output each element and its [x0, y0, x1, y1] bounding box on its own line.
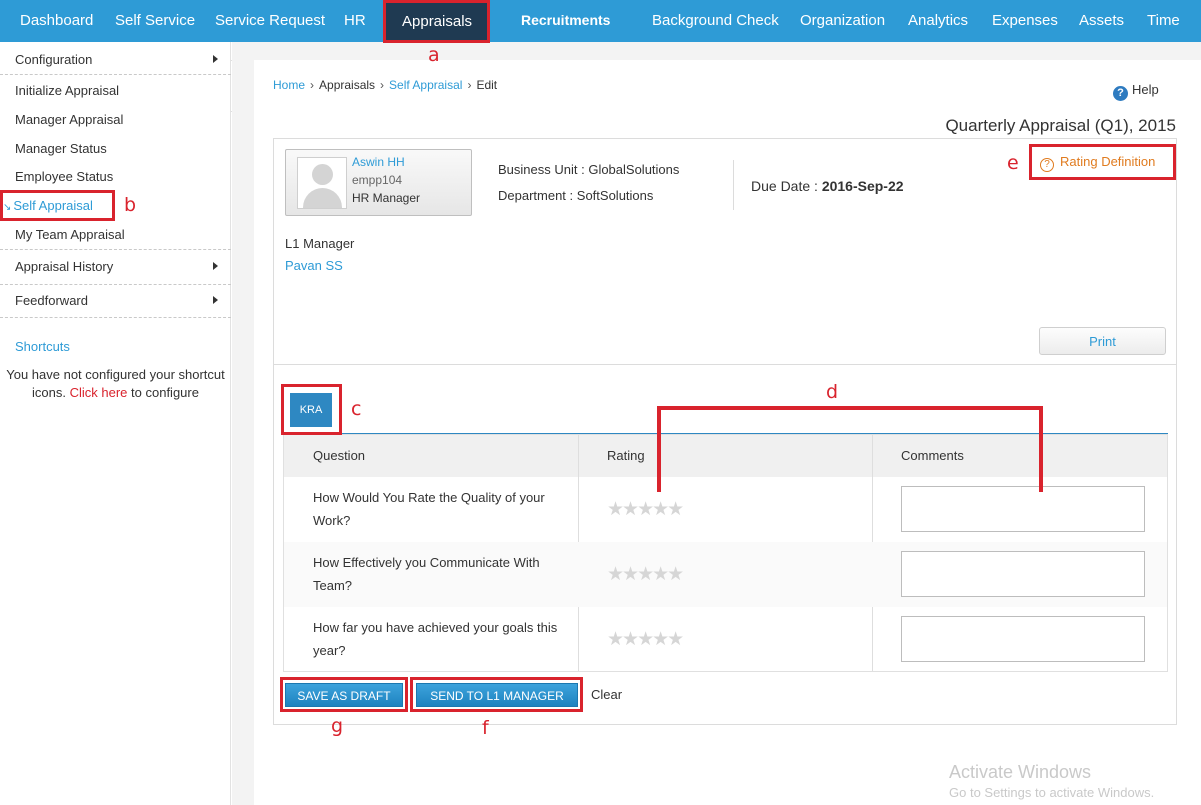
- sidebar-item-manager-status[interactable]: Manager Status: [15, 141, 107, 156]
- sidebar-item-configuration[interactable]: Configuration: [15, 52, 92, 67]
- activation-watermark-title: Activate Windows: [949, 762, 1092, 782]
- avatar-body: [303, 188, 342, 208]
- department-value: SoftSolutions: [576, 188, 654, 203]
- nav-assets[interactable]: Assets: [1079, 0, 1124, 42]
- nav-self-service[interactable]: Self Service: [115, 0, 195, 42]
- kra-table: Question Rating Comments How Would You R…: [283, 434, 1168, 672]
- page-title: Quarterly Appraisal (Q1), 2015: [945, 116, 1176, 135]
- sidebar-item-label: Self Appraisal: [13, 198, 93, 213]
- l1-manager-label: L1 Manager: [285, 236, 355, 251]
- l1-manager-name[interactable]: Pavan SS: [285, 258, 343, 273]
- sidebar-divider: [0, 249, 231, 250]
- sidebar-item-appraisal-history[interactable]: Appraisal History: [15, 259, 113, 274]
- nav-organization[interactable]: Organization: [800, 0, 885, 42]
- avatar-head: [312, 164, 333, 185]
- annotation-letter-f: f: [482, 717, 489, 739]
- nav-dashboard[interactable]: Dashboard: [20, 0, 93, 42]
- arrow-icon: ↘: [3, 202, 12, 213]
- star-rating[interactable]: ★★★★★: [607, 563, 684, 586]
- column-header-question: Question: [313, 448, 366, 463]
- section-divider: [274, 364, 1176, 365]
- annotation-letter-c: c: [351, 398, 362, 420]
- chevron-right-icon: [213, 296, 218, 304]
- breadcrumb-edit: Edit: [476, 78, 498, 92]
- sidebar-item-manager-appraisal[interactable]: Manager Appraisal: [15, 112, 123, 127]
- question-text: How Would You Rate the Quality of your W…: [313, 490, 545, 528]
- send-to-l1-manager-button[interactable]: SEND TO L1 MANAGER: [416, 683, 578, 707]
- sidebar-divider: [0, 317, 231, 318]
- business-unit-value: GlobalSolutions: [588, 162, 680, 177]
- sidebar: Configuration Initialize Appraisal Manag…: [0, 42, 231, 805]
- due-date: Due Date : 2016-Sep-22: [751, 178, 904, 194]
- question-text: How far you have achieved your goals thi…: [313, 620, 558, 658]
- sidebar-item-employee-status[interactable]: Employee Status: [15, 169, 113, 184]
- nav-appraisals[interactable]: Appraisals: [386, 3, 489, 40]
- annotation-letter-e: e: [1007, 152, 1019, 174]
- sidebar-item-my-team-appraisal[interactable]: My Team Appraisal: [15, 227, 125, 242]
- sidebar-divider: [0, 74, 231, 75]
- breadcrumb-separator: ›: [467, 78, 472, 92]
- tab-kra[interactable]: KRA: [290, 393, 332, 427]
- shortcuts-text-2: to configure: [131, 385, 199, 400]
- column-header-rating: Rating: [607, 448, 645, 463]
- vertical-divider: [733, 160, 734, 210]
- department-label: Department :: [498, 188, 574, 203]
- help-label: Help: [1132, 82, 1159, 97]
- rating-definition-link[interactable]: ? Rating Definition: [1040, 154, 1155, 172]
- comment-input[interactable]: [901, 551, 1145, 597]
- avatar: [297, 157, 347, 209]
- activation-watermark-subtitle: Go to Settings to activate Windows.: [949, 785, 1155, 800]
- annotation-letter-d: d: [826, 381, 839, 403]
- due-date-value: 2016-Sep-22: [821, 178, 904, 194]
- nav-analytics[interactable]: Analytics: [908, 0, 968, 42]
- annotation-letter-g: g: [331, 715, 344, 737]
- table-header-row: Question Rating Comments: [284, 435, 1167, 477]
- column-header-comments: Comments: [901, 448, 964, 463]
- top-nav: Dashboard Self Service Service Request H…: [0, 0, 1201, 42]
- nav-expenses[interactable]: Expenses: [992, 0, 1058, 42]
- chevron-right-icon: [213, 262, 218, 270]
- breadcrumb-appraisals: Appraisals: [319, 78, 376, 92]
- sidebar-item-feedforward[interactable]: Feedforward: [15, 293, 88, 308]
- shortcuts-title: Shortcuts: [15, 339, 70, 354]
- business-unit-info: Business Unit : GlobalSolutions: [498, 162, 679, 177]
- breadcrumb-separator: ›: [380, 78, 385, 92]
- employee-name[interactable]: Aswin HH: [352, 155, 405, 169]
- employee-id: empp104: [352, 173, 403, 187]
- employee-role: HR Manager: [352, 191, 421, 205]
- nav-time[interactable]: Time: [1147, 0, 1180, 42]
- nav-background-check[interactable]: Background Check: [652, 0, 779, 42]
- annotation-letter-b: b: [124, 194, 137, 216]
- rating-definition-label: Rating Definition: [1060, 154, 1156, 169]
- breadcrumb-home[interactable]: Home: [273, 78, 305, 92]
- help-icon: ?: [1113, 86, 1128, 101]
- sidebar-divider: [0, 284, 231, 285]
- annotation-letter-a: a: [428, 44, 440, 66]
- nav-hr[interactable]: HR: [344, 0, 366, 42]
- breadcrumb-self-appraisal[interactable]: Self Appraisal: [389, 78, 462, 92]
- breadcrumb: Home › Appraisals › Self Appraisal › Edit: [273, 78, 497, 92]
- nav-recruitments[interactable]: Recruitments: [521, 0, 610, 42]
- comment-input[interactable]: [901, 486, 1145, 532]
- sidebar-item-self-appraisal[interactable]: ↘ Self Appraisal: [3, 198, 93, 213]
- question-text: How Effectively you Communicate With Tea…: [313, 555, 540, 593]
- sidebar-item-initialize-appraisal[interactable]: Initialize Appraisal: [15, 83, 119, 98]
- shortcuts-configure-link[interactable]: Click here: [70, 385, 128, 400]
- shortcuts-message: You have not configured your shortcut ic…: [0, 366, 231, 402]
- nav-service-request[interactable]: Service Request: [215, 0, 325, 42]
- employee-card: Aswin HH empp104 HR Manager: [285, 149, 472, 216]
- breadcrumb-separator: ›: [310, 78, 315, 92]
- star-rating[interactable]: ★★★★★: [607, 498, 684, 521]
- department-info: Department : SoftSolutions: [498, 188, 653, 203]
- due-date-label: Due Date :: [751, 178, 818, 194]
- save-as-draft-button[interactable]: SAVE AS DRAFT: [285, 683, 403, 707]
- chevron-right-icon: [213, 55, 218, 63]
- help-link[interactable]: ? Help: [1113, 82, 1159, 101]
- comment-input[interactable]: [901, 616, 1145, 662]
- question-circle-icon: ?: [1040, 158, 1054, 172]
- print-button[interactable]: Print: [1039, 327, 1166, 355]
- star-rating[interactable]: ★★★★★: [607, 628, 684, 651]
- business-unit-label: Business Unit :: [498, 162, 585, 177]
- clear-button[interactable]: Clear: [591, 687, 622, 702]
